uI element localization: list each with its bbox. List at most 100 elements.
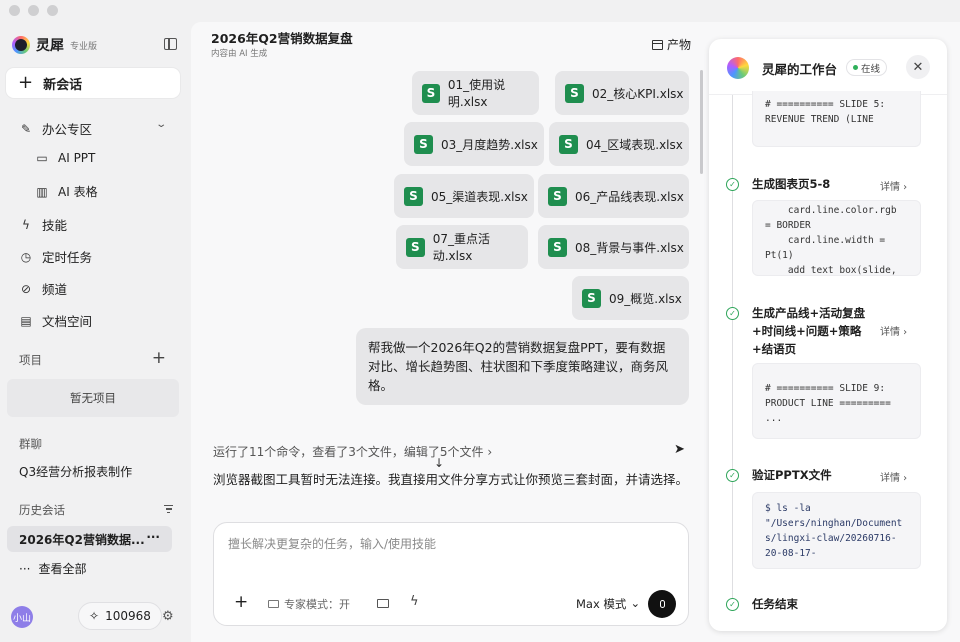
chevron-down-icon: ⌄ bbox=[630, 596, 641, 610]
file-attachment[interactable]: S 03_月度趋势.xlsx bbox=[404, 122, 544, 166]
file-name: 09_概览.xlsx bbox=[609, 291, 682, 306]
sidebar-item-ai-table[interactable]: ▥ AI 表格 bbox=[35, 183, 98, 200]
file-name: 04_区域表现.xlsx bbox=[586, 137, 683, 152]
scrollbar[interactable] bbox=[700, 70, 703, 174]
model-mode-select[interactable]: Max 模式 ⌄ bbox=[576, 596, 640, 612]
file-name: 02_核心KPI.xlsx bbox=[592, 86, 684, 101]
add-project-button[interactable]: + bbox=[152, 350, 166, 367]
workspace-panel: 灵犀的工作台 在线 ✕ # ========== SLIDE 5: REVENU… bbox=[709, 39, 947, 631]
sidebar-item-label: AI PPT bbox=[58, 151, 96, 165]
file-attachment[interactable]: S 07_重点活动.xlsx bbox=[396, 225, 528, 269]
file-name: 05_渠道表现.xlsx bbox=[431, 189, 528, 204]
avatar[interactable]: 小山 bbox=[11, 606, 33, 628]
step-title: 任务结束 bbox=[752, 597, 798, 611]
sidebar: 灵犀 专业版 + 新会话 ✎ 办公专区 ⌄ ▭ AI PPT ▥ AI 表格 ϟ… bbox=[0, 22, 191, 642]
sidebar-toggle-icon[interactable] bbox=[164, 38, 177, 50]
new-chat-button[interactable]: + 新会话 bbox=[6, 68, 180, 98]
history-section-label: 历史会话 bbox=[19, 503, 65, 517]
file-attachment[interactable]: S 02_核心KPI.xlsx bbox=[555, 71, 689, 115]
tool-run-summary[interactable]: 运行了11个命令，查看了3个文件，编辑了5个文件 › bbox=[213, 443, 492, 460]
screen-icon[interactable] bbox=[377, 599, 389, 608]
lightning-icon[interactable]: ϟ bbox=[410, 594, 419, 609]
view-all-label: 查看全部 bbox=[38, 562, 87, 576]
voice-input-button[interactable] bbox=[648, 590, 676, 618]
zoom-window-button[interactable] bbox=[47, 5, 58, 16]
chevron-down-icon[interactable]: ⌄ bbox=[155, 119, 167, 130]
step-title: 生成产品线+活动复盘 +时间线+问题+策略 +结语页 bbox=[752, 306, 866, 356]
close-window-button[interactable] bbox=[9, 5, 20, 16]
sidebar-item-channels[interactable]: ⊘ 频道 bbox=[19, 279, 67, 298]
document-icon: ▤ bbox=[20, 313, 32, 328]
more-dots-icon: ··· bbox=[19, 561, 31, 576]
close-icon[interactable]: ✕ bbox=[906, 55, 930, 79]
spreadsheet-icon: S bbox=[404, 186, 423, 206]
arrow-down-icon[interactable]: ↓ bbox=[434, 456, 444, 470]
sidebar-item-label: 技能 bbox=[42, 218, 68, 233]
sidebar-item-skills[interactable]: ϟ 技能 bbox=[19, 215, 67, 234]
brand-tag: 专业版 bbox=[70, 41, 98, 52]
step-title: 生成图表页5-8 bbox=[752, 177, 831, 191]
file-attachment[interactable]: S 08_背景与事件.xlsx bbox=[538, 225, 689, 269]
sidebar-item-label: AI 表格 bbox=[58, 185, 98, 199]
workspace-header: 灵犀的工作台 在线 ✕ bbox=[709, 39, 947, 95]
sidebar-item-docs[interactable]: ▤ 文档空间 bbox=[19, 311, 92, 330]
artifacts-label: 产物 bbox=[667, 38, 692, 52]
lightning-icon: ϟ bbox=[22, 217, 30, 232]
sparkle-icon: ✧ bbox=[89, 609, 100, 623]
check-icon: ✓ bbox=[726, 307, 739, 320]
file-name: 08_背景与事件.xlsx bbox=[575, 240, 684, 255]
online-dot-icon bbox=[853, 65, 858, 70]
group-item[interactable]: Q3经营分析报表制作 bbox=[19, 463, 132, 480]
workspace-title: 灵犀的工作台 bbox=[762, 62, 838, 77]
history-item-active[interactable]: 2026年Q2营销数据... ··· bbox=[7, 526, 172, 552]
detail-label: 详情 bbox=[880, 473, 900, 484]
step-detail-link[interactable]: 详情 › bbox=[880, 323, 907, 338]
view-all-history-button[interactable]: ··· 查看全部 bbox=[19, 560, 86, 577]
credits-badge[interactable]: ✧ 100968 bbox=[78, 602, 162, 630]
file-name: 07_重点活动.xlsx bbox=[432, 232, 490, 263]
history-item-label: 2026年Q2营销数据... bbox=[19, 532, 145, 547]
file-attachment[interactable]: S 09_概览.xlsx bbox=[572, 276, 689, 320]
check-icon: ✓ bbox=[726, 469, 739, 482]
clock-icon: ◷ bbox=[20, 249, 32, 264]
user-message: 帮我做一个2026年Q2的营销数据复盘PPT，要有数据对比、增长趋势图、柱状图和… bbox=[356, 328, 689, 405]
assistant-message: 浏览器截图工具暂时无法连接。我直接用文件分享方式让你预览三套封面，并请选择。 bbox=[213, 472, 689, 487]
spreadsheet-icon: S bbox=[548, 237, 567, 257]
add-attachment-button[interactable]: + bbox=[234, 594, 248, 611]
plus-icon: + bbox=[18, 72, 34, 93]
step-title: 验证PPTX文件 bbox=[752, 468, 832, 482]
gear-icon[interactable]: ⚙ bbox=[162, 609, 174, 624]
page-subtitle: 内容由 AI 生成 bbox=[211, 49, 268, 59]
message-input[interactable] bbox=[228, 537, 668, 551]
detail-label: 详情 bbox=[880, 327, 900, 338]
sidebar-item-label: 文档空间 bbox=[42, 314, 93, 329]
expert-mode-toggle[interactable]: 专家模式：开 bbox=[260, 593, 358, 615]
file-attachment[interactable]: S 06_产品线表现.xlsx bbox=[538, 174, 689, 218]
more-options-icon[interactable]: ··· bbox=[146, 530, 160, 544]
link-icon: ⊘ bbox=[20, 281, 32, 296]
chevron-right-icon: › bbox=[487, 445, 493, 459]
timeline-line bbox=[732, 95, 733, 607]
step-detail-link[interactable]: 详情 › bbox=[880, 178, 907, 193]
projects-section-label: 项目 bbox=[19, 353, 42, 367]
file-attachment[interactable]: S 01_使用说明.xlsx bbox=[412, 71, 539, 115]
brand: 灵犀 专业版 bbox=[12, 35, 97, 55]
mouse-cursor-icon: ➤ bbox=[674, 442, 685, 457]
file-attachment[interactable]: S 04_区域表现.xlsx bbox=[549, 122, 689, 166]
file-attachment[interactable]: S 05_渠道表现.xlsx bbox=[394, 174, 534, 218]
filter-icon[interactable] bbox=[164, 505, 173, 515]
check-icon: ✓ bbox=[726, 598, 739, 611]
detail-label: 详情 bbox=[880, 182, 900, 193]
spreadsheet-icon: S bbox=[406, 237, 425, 257]
sidebar-item-label: 办公专区 bbox=[42, 122, 93, 137]
minimize-window-button[interactable] bbox=[28, 5, 39, 16]
brand-name: 灵犀 bbox=[36, 38, 64, 54]
sidebar-item-scheduled[interactable]: ◷ 定时任务 bbox=[19, 247, 92, 266]
credits-value: 100968 bbox=[105, 609, 151, 623]
step-detail-link[interactable]: 详情 › bbox=[880, 469, 907, 484]
terminal-output: $ ls -la "/Users/ninghan/Document s/ling… bbox=[752, 492, 921, 569]
sidebar-item-office[interactable]: ✎ 办公专区 bbox=[19, 119, 92, 138]
sidebar-item-ai-ppt[interactable]: ▭ AI PPT bbox=[35, 151, 95, 165]
sidebar-item-label: 频道 bbox=[42, 282, 68, 297]
artifacts-button[interactable]: 产物 bbox=[652, 36, 691, 53]
